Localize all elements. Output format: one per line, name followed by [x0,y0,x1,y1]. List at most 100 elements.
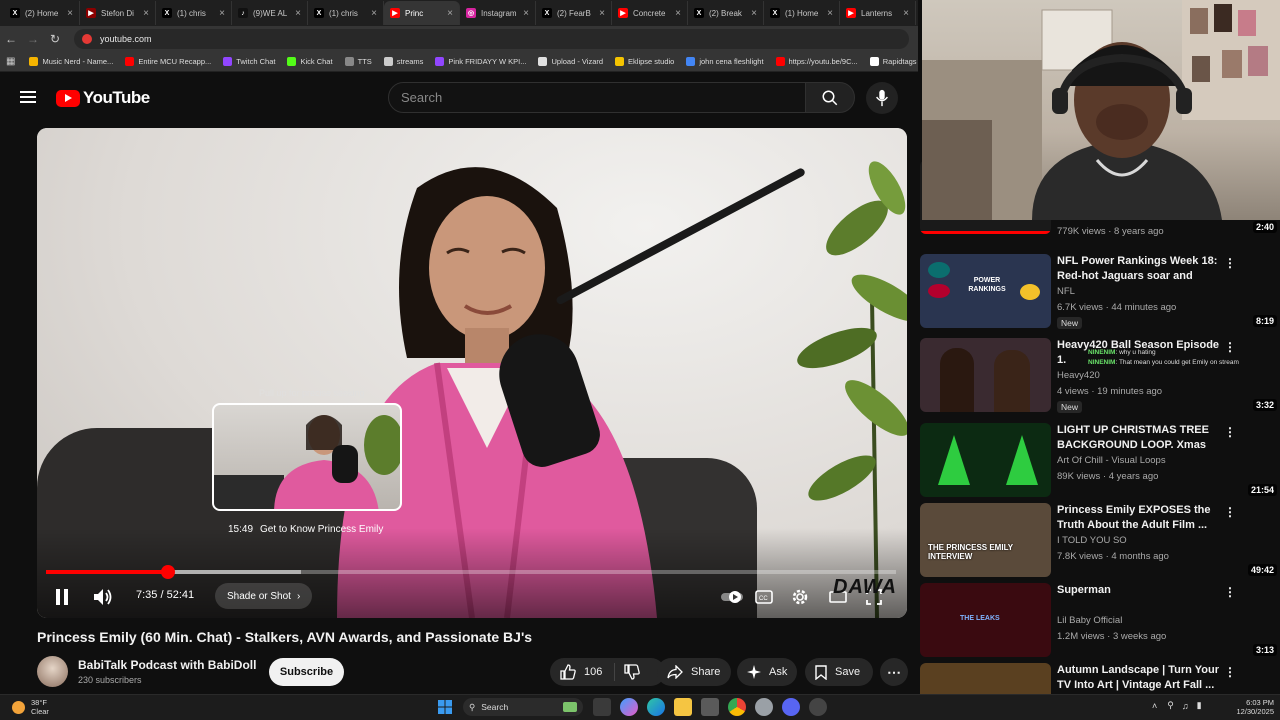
browser-tab[interactable]: ♪ (9)WE AL × [232,1,308,25]
browser-tab[interactable]: X (1) chris × [156,1,232,25]
channel-avatar[interactable] [37,656,68,687]
recommendation-thumbnail[interactable] [920,338,1051,412]
network-icon[interactable]: ⚲ [1167,700,1174,711]
recommendation-title[interactable]: NFL Power Rankings Week 18: Red-hot Jagu… [1057,254,1222,284]
browser-tab[interactable]: ▶ Princ × [384,1,460,25]
reload-icon[interactable]: ↻ [44,32,66,46]
search-input[interactable]: Search [388,82,806,113]
taskbar-clock[interactable]: 6:03 PM 12/30/2025 [1228,698,1274,716]
windows-start-icon[interactable] [436,698,454,716]
pause-button[interactable] [51,586,73,608]
chrome-icon[interactable] [728,698,746,716]
tab-close-icon[interactable]: × [675,8,681,19]
browser-tab[interactable]: ▶ Concrete × [612,1,688,25]
bookmark-item[interactable]: john cena fleshlight [686,57,764,66]
bookmark-item[interactable]: streams [383,57,423,66]
volume-button[interactable] [92,586,114,608]
save-button[interactable]: Save [805,658,873,686]
browser-tab[interactable]: X (2) Break × [688,1,764,25]
recommendation-channel[interactable]: NFL [1057,286,1075,297]
share-button[interactable]: Share [657,658,731,686]
recommendation-thumbnail[interactable]: THE PRINCESS EMILY INTERVIEW [920,503,1051,577]
more-vertical-icon[interactable]: ⋮ [1224,505,1236,519]
chrome-alt-icon[interactable] [755,698,773,716]
video-player[interactable]: Pull up for precise seeking 15:49 Get to… [37,128,907,618]
autoplay-toggle[interactable] [721,586,743,608]
tray-chevron-up-icon[interactable]: ˄ [1152,701,1157,711]
search-button[interactable] [805,82,855,113]
recommendation-title[interactable]: LIGHT UP CHRISTMAS TREE BACKGROUND LOOP.… [1057,423,1222,453]
browser-tab[interactable]: ▶ Lanterns × [840,1,916,25]
recommendation-thumbnail[interactable]: POWER RANKINGS [920,254,1051,328]
recommendation-item[interactable]: THE LEAKS 3:13 Superman Lil Baby Official 1.… [920,583,1280,659]
channel-name[interactable]: BabiTalk Podcast with BabiDoll [78,658,256,672]
more-actions-button[interactable]: ⋯ [880,658,908,686]
file-explorer-icon[interactable] [674,698,692,716]
thumbs-down-icon[interactable] [624,664,640,680]
tab-close-icon[interactable]: × [371,8,377,19]
bookmark-item[interactable]: Kick Chat [287,57,333,66]
bookmark-item[interactable]: Entire MCU Recapp... [125,57,211,66]
recommendation-thumbnail[interactable]: THE LEAKS [920,583,1051,657]
apps-grid-icon[interactable]: ▦ [6,56,15,67]
obs-icon[interactable] [809,698,827,716]
tab-close-icon[interactable]: × [523,8,529,19]
tab-close-icon[interactable]: × [295,8,301,19]
recommendation-channel[interactable]: Art Of Chill - Visual Loops [1057,455,1166,466]
recommendation-title[interactable]: Autumn Landscape | Turn Your TV Into Art… [1057,663,1222,693]
browser-tab[interactable]: X (2) FearB × [536,1,612,25]
weather-widget[interactable]: 38°F Clear [12,698,49,716]
browser-tab[interactable]: ▶ Stefon Di × [80,1,156,25]
back-icon[interactable]: ← [0,32,22,46]
tab-close-icon[interactable]: × [219,8,225,19]
tab-close-icon[interactable]: × [599,8,605,19]
tab-close-icon[interactable]: × [447,8,453,19]
more-vertical-icon[interactable]: ⋮ [1224,425,1236,439]
youtube-logo[interactable]: YouTube [56,88,150,108]
recommendation-channel[interactable]: Lil Baby Official [1057,615,1122,626]
recommendation-thumbnail[interactable] [920,423,1051,497]
recommendation-item[interactable]: 21:54 LIGHT UP CHRISTMAS TREE BACKGROUND … [920,423,1280,499]
recommendation-title[interactable]: Superman [1057,583,1222,598]
store-icon[interactable] [701,698,719,716]
bookmark-item[interactable]: Music Nerd - Name... [29,57,113,66]
subscribe-button[interactable]: Subscribe [269,658,344,686]
recommendation-title[interactable]: Princess Emily EXPOSES the Truth About t… [1057,503,1222,533]
captions-button[interactable]: CC [753,586,775,608]
ask-button[interactable]: Ask [737,658,797,686]
copilot-icon[interactable] [620,698,638,716]
more-vertical-icon[interactable]: ⋮ [1224,256,1236,270]
address-bar[interactable]: youtube.com [74,29,909,49]
tab-close-icon[interactable]: × [67,8,73,19]
progress-bar[interactable] [46,565,896,579]
volume-tray-icon[interactable]: ♫ [1182,701,1189,711]
edge-icon[interactable] [647,698,665,716]
bookmark-item[interactable]: Eklipse studio [615,57,674,66]
recommendation-item[interactable]: POWER RANKINGS 8:19 NFL Power Rankings Wee… [920,254,1280,330]
menu-icon[interactable] [20,91,36,103]
browser-tab[interactable]: ◎ Instagram × [460,1,536,25]
tab-close-icon[interactable]: × [903,8,909,19]
voice-search-button[interactable] [866,82,898,114]
task-view-icon[interactable] [593,698,611,716]
bookmark-item[interactable]: TTS [344,57,372,66]
bookmark-item[interactable]: https://youtu.be/9C... [775,57,858,66]
bookmark-item[interactable]: Upload - Vizard [538,57,603,66]
settings-button[interactable] [789,586,811,608]
battery-icon[interactable]: ▮ [1197,700,1202,711]
recommendation-channel[interactable]: I TOLD YOU SO [1057,535,1127,546]
thumbs-up-icon[interactable] [560,664,576,680]
chapter-button[interactable]: Shade or Shot › [215,583,313,609]
tab-close-icon[interactable]: × [143,8,149,19]
recommendation-item[interactable]: THE PRINCESS EMILY INTERVIEW 49:42 Princes… [920,503,1280,579]
more-vertical-icon[interactable]: ⋮ [1224,585,1236,599]
bookmark-item[interactable]: Twitch Chat [223,57,275,66]
browser-tab[interactable]: X (2) Home × [4,1,80,25]
tab-close-icon[interactable]: × [751,8,757,19]
browser-tab[interactable]: X (1) chris × [308,1,384,25]
recommendation-channel[interactable]: Heavy420 [1057,370,1100,381]
taskbar-search[interactable]: ⚲ Search [463,698,583,716]
tab-close-icon[interactable]: × [827,8,833,19]
browser-tab[interactable]: X (1) Home × [764,1,840,25]
bookmark-item[interactable]: Pink FRIDAYY W KPI... [435,57,526,66]
